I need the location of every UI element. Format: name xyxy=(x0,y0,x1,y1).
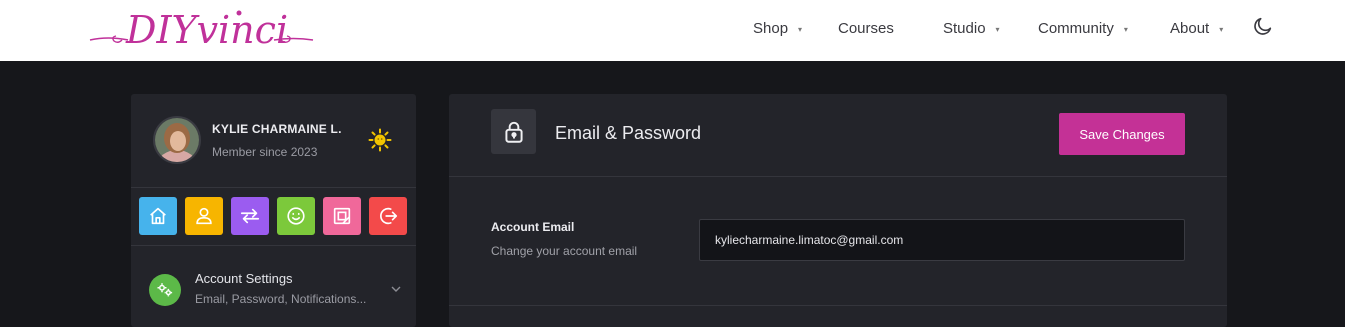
swap-arrows-icon xyxy=(240,208,260,224)
nav-studio[interactable]: Studio ▾ xyxy=(943,17,1000,39)
svg-text:DIYvinci: DIYvinci xyxy=(125,8,288,52)
nav-studio-label: Studio xyxy=(943,19,986,37)
chevron-down-icon: ▾ xyxy=(1123,24,1128,34)
lock-icon xyxy=(491,109,536,154)
nav-shop[interactable]: Shop ▾ xyxy=(753,17,802,39)
account-settings-menu[interactable]: Account Settings Email, Password, Notifi… xyxy=(131,247,416,327)
chevron-down-icon: ▾ xyxy=(1219,24,1224,34)
smile-icon xyxy=(287,207,305,225)
account-email-section: Account Email Change your account email xyxy=(449,177,1227,306)
gallery-icon xyxy=(333,207,351,225)
member-since: Member since 2023 xyxy=(212,145,318,159)
chevron-down-icon: ▾ xyxy=(798,24,803,34)
diyvinci-logo[interactable]: DIYvinci xyxy=(88,3,316,55)
account-email-description: Change your account email xyxy=(491,244,638,258)
logout-button[interactable] xyxy=(369,197,407,235)
home-button[interactable] xyxy=(139,197,177,235)
nav-community-label: Community xyxy=(1038,19,1114,37)
quick-links xyxy=(131,189,416,246)
home-icon xyxy=(150,207,166,225)
chevron-down-icon[interactable] xyxy=(389,282,403,296)
nav-about[interactable]: About ▾ xyxy=(1170,17,1223,39)
moon-icon[interactable] xyxy=(1252,15,1274,37)
account-settings-title: Account Settings xyxy=(195,271,293,286)
user-name: KYLIE CHARMAINE L. xyxy=(212,122,342,136)
profile-button[interactable] xyxy=(185,197,223,235)
page-title: Email & Password xyxy=(555,123,702,143)
email-field[interactable] xyxy=(699,219,1185,261)
mood-button[interactable] xyxy=(277,197,315,235)
save-changes-button[interactable]: Save Changes xyxy=(1059,113,1185,155)
profile-card: KYLIE CHARMAINE L. Member since 2023 xyxy=(131,94,416,188)
user-icon xyxy=(196,207,212,225)
nav-courses[interactable]: Courses xyxy=(838,17,894,39)
nav-community[interactable]: Community ▾ xyxy=(1038,17,1128,39)
nav-shop-label: Shop xyxy=(753,19,789,37)
gallery-button[interactable] xyxy=(323,197,361,235)
panel-header: Email & Password Save Changes xyxy=(449,94,1227,177)
email-password-panel: Email & Password Save Changes Account Em… xyxy=(449,94,1227,327)
chevron-down-icon: ▾ xyxy=(995,24,1000,34)
logout-icon xyxy=(380,207,398,225)
account-sidebar: KYLIE CHARMAINE L. Member since 2023 Acc… xyxy=(131,94,416,327)
gears-icon xyxy=(149,274,181,306)
site-header: DIYvinci Shop ▾ Courses Studio ▾ Communi… xyxy=(0,0,1345,61)
nav-courses-label: Courses xyxy=(838,19,894,37)
account-email-label: Account Email xyxy=(491,220,575,234)
avatar[interactable] xyxy=(153,116,201,164)
sun-icon xyxy=(368,128,392,152)
account-settings-subtitle: Email, Password, Notifications... xyxy=(195,292,367,306)
nav-about-label: About xyxy=(1170,19,1210,37)
transfers-button[interactable] xyxy=(231,197,269,235)
